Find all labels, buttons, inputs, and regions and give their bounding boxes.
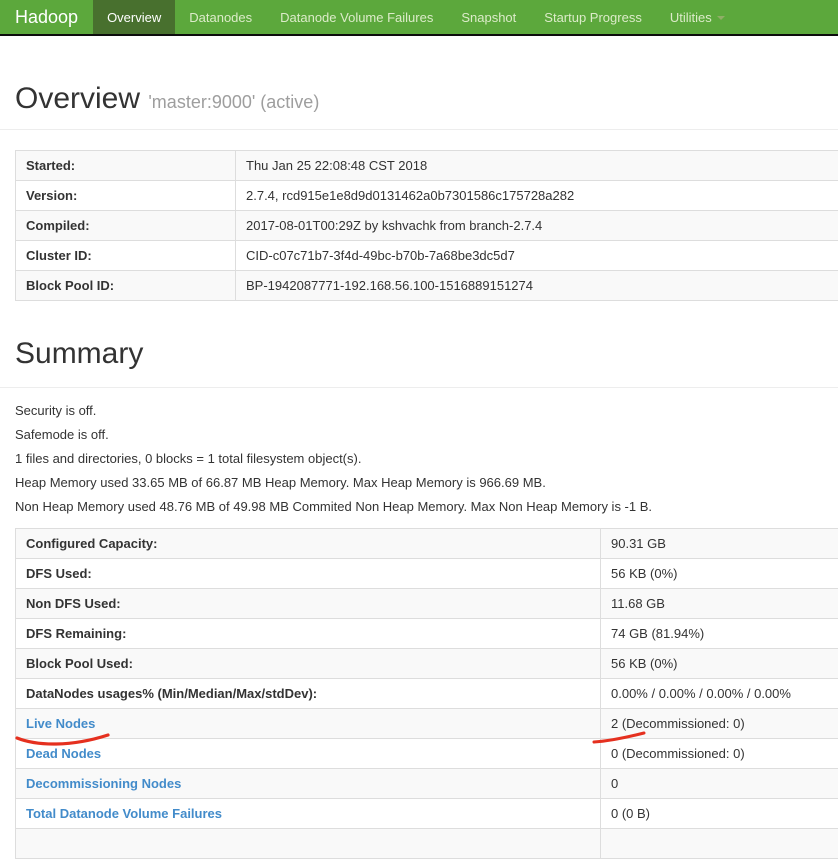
table-row: Live Nodes 2 (Decommissioned: 0) bbox=[16, 709, 838, 739]
row-label: Live Nodes bbox=[16, 709, 601, 739]
table-row: Non DFS Used: 11.68 GB bbox=[16, 589, 838, 619]
summary-table: Configured Capacity: 90.31 GB DFS Used: … bbox=[15, 528, 838, 859]
row-value: BP-1942087771-192.168.56.100-15168891512… bbox=[236, 271, 838, 301]
table-row: DFS Used: 56 KB (0%) bbox=[16, 559, 838, 589]
row-label: Compiled: bbox=[16, 211, 236, 241]
table-row: Block Pool ID: BP-1942087771-192.168.56.… bbox=[16, 271, 838, 301]
table-row: Configured Capacity: 90.31 GB bbox=[16, 529, 838, 559]
row-value: 2 (Decommissioned: 0) bbox=[601, 709, 838, 739]
row-value: 56 KB (0%) bbox=[601, 649, 838, 679]
row-label: Version: bbox=[16, 181, 236, 211]
hadoop-namenode-overview-page: { "navbar": { "brand": "Hadoop", "items"… bbox=[0, 0, 838, 832]
row-label: Dead Nodes bbox=[16, 739, 601, 769]
table-row: Compiled: 2017-08-01T00:29Z by kshvachk … bbox=[16, 211, 838, 241]
row-value: 56 KB (0%) bbox=[601, 559, 838, 589]
security-status: Security is off. bbox=[15, 402, 823, 420]
row-value: 11.68 GB bbox=[601, 589, 838, 619]
tab-utilities-label: Utilities bbox=[670, 10, 712, 25]
row-value bbox=[601, 829, 838, 859]
row-value: 0.00% / 0.00% / 0.00% / 0.00% bbox=[601, 679, 838, 709]
divider bbox=[0, 387, 838, 388]
table-row: DFS Remaining: 74 GB (81.94%) bbox=[16, 619, 838, 649]
tab-startup-progress[interactable]: Startup Progress bbox=[530, 0, 656, 34]
row-label: Configured Capacity: bbox=[16, 529, 601, 559]
hadoop-brand[interactable]: Hadoop bbox=[0, 0, 93, 34]
row-label: Cluster ID: bbox=[16, 241, 236, 271]
row-value: Thu Jan 25 22:08:48 CST 2018 bbox=[236, 151, 838, 181]
heap-memory-status: Heap Memory used 33.65 MB of 66.87 MB He… bbox=[15, 474, 823, 492]
row-label bbox=[16, 829, 601, 859]
row-label: Started: bbox=[16, 151, 236, 181]
top-navbar: Hadoop Overview Datanodes Datanode Volum… bbox=[0, 0, 838, 36]
namenode-info-table: Started: Thu Jan 25 22:08:48 CST 2018 Ve… bbox=[15, 150, 838, 301]
table-row: Cluster ID: CID-c07c71b7-3f4d-49bc-b70b-… bbox=[16, 241, 838, 271]
non-heap-memory-status: Non Heap Memory used 48.76 MB of 49.98 M… bbox=[15, 498, 823, 516]
live-nodes-link[interactable]: Live Nodes bbox=[26, 716, 95, 731]
table-row: Block Pool Used: 56 KB (0%) bbox=[16, 649, 838, 679]
table-row-cutoff bbox=[16, 829, 838, 859]
row-value: 90.31 GB bbox=[601, 529, 838, 559]
table-row: Total Datanode Volume Failures 0 (0 B) bbox=[16, 799, 838, 829]
row-label: DFS Used: bbox=[16, 559, 601, 589]
table-row: DataNodes usages% (Min/Median/Max/stdDev… bbox=[16, 679, 838, 709]
table-row: Decommissioning Nodes 0 bbox=[16, 769, 838, 799]
total-datanode-volume-failures-link[interactable]: Total Datanode Volume Failures bbox=[26, 806, 222, 821]
tab-datanode-volume-failures[interactable]: Datanode Volume Failures bbox=[266, 0, 447, 34]
row-label: DataNodes usages% (Min/Median/Max/stdDev… bbox=[16, 679, 601, 709]
tab-snapshot[interactable]: Snapshot bbox=[447, 0, 530, 34]
table-row: Version: 2.7.4, rcd915e1e8d9d0131462a0b7… bbox=[16, 181, 838, 211]
row-value: 2.7.4, rcd915e1e8d9d0131462a0b7301586c17… bbox=[236, 181, 838, 211]
row-value: 2017-08-01T00:29Z by kshvachk from branc… bbox=[236, 211, 838, 241]
dead-nodes-link[interactable]: Dead Nodes bbox=[26, 746, 101, 761]
decommissioning-nodes-link[interactable]: Decommissioning Nodes bbox=[26, 776, 181, 791]
row-value: 0 (0 B) bbox=[601, 799, 838, 829]
table-row: Dead Nodes 0 (Decommissioned: 0) bbox=[16, 739, 838, 769]
row-value: 0 bbox=[601, 769, 838, 799]
table-row: Started: Thu Jan 25 22:08:48 CST 2018 bbox=[16, 151, 838, 181]
row-value: CID-c07c71b7-3f4d-49bc-b70b-7a68be3dc5d7 bbox=[236, 241, 838, 271]
row-label: Decommissioning Nodes bbox=[16, 769, 601, 799]
page-title: Overview 'master:9000' (active) bbox=[0, 82, 838, 119]
divider bbox=[0, 129, 838, 130]
row-label: Block Pool Used: bbox=[16, 649, 601, 679]
summary-title: Summary bbox=[0, 337, 838, 370]
row-label: DFS Remaining: bbox=[16, 619, 601, 649]
filesystem-status: 1 files and directories, 0 blocks = 1 to… bbox=[15, 450, 823, 468]
summary-status-text: Security is off. Safemode is off. 1 file… bbox=[0, 402, 838, 516]
page-title-text: Overview bbox=[15, 82, 140, 115]
tab-overview[interactable]: Overview bbox=[93, 0, 175, 34]
row-value: 0 (Decommissioned: 0) bbox=[601, 739, 838, 769]
namenode-address-subtitle: 'master:9000' (active) bbox=[148, 92, 319, 112]
row-label: Total Datanode Volume Failures bbox=[16, 799, 601, 829]
row-value: 74 GB (81.94%) bbox=[601, 619, 838, 649]
chevron-down-icon bbox=[717, 16, 725, 20]
tab-datanodes[interactable]: Datanodes bbox=[175, 0, 266, 34]
safemode-status: Safemode is off. bbox=[15, 426, 823, 444]
row-label: Block Pool ID: bbox=[16, 271, 236, 301]
tab-utilities-dropdown[interactable]: Utilities bbox=[656, 0, 739, 34]
row-label: Non DFS Used: bbox=[16, 589, 601, 619]
